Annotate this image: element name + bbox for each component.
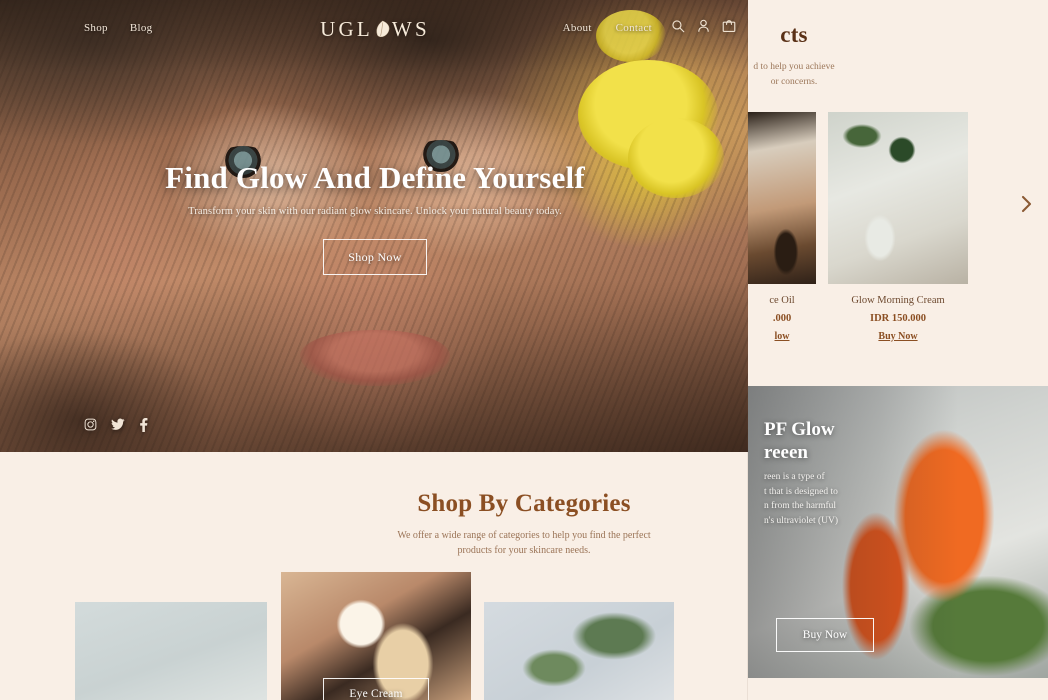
category-card[interactable] (484, 602, 674, 700)
product-image (748, 112, 816, 284)
products-overlay-panel: cts d to help you achieve or concerns. c… (748, 0, 1048, 700)
category-card-list: Eye Cream (0, 572, 750, 700)
brand-logo[interactable]: UGL WS (320, 17, 430, 42)
brand-logo-text-left: UGL (320, 17, 373, 41)
nav-link-about[interactable]: About (563, 22, 592, 34)
products-panel-subtitle: d to help you achieve or concerns. (753, 62, 835, 87)
products-panel-content: cts d to help you achieve or concerns. c… (748, 0, 1048, 700)
leaf-icon (374, 20, 391, 39)
product-card-glow-morning-cream[interactable]: Glow Morning Cream IDR 150.000 Buy Now (828, 112, 968, 342)
primary-nav-right: About Contact (563, 22, 652, 34)
shopping-bag-icon[interactable] (722, 19, 736, 33)
brand-logo-text-right: WS (391, 17, 430, 41)
hero-subtitle: Transform your skin with our radiant glo… (188, 206, 562, 217)
products-panel-title: cts (780, 22, 808, 47)
category-card[interactable] (75, 602, 267, 700)
product-buy-now-link[interactable]: Buy Now (828, 331, 968, 342)
categories-subtitle: We offer a wide range of categories to h… (397, 530, 651, 556)
product-name: ce Oil (769, 295, 795, 306)
product-price: .000 (772, 313, 792, 324)
product-image (828, 112, 968, 284)
featured-product-buy-now-button[interactable]: Buy Now (776, 618, 874, 652)
nav-link-contact[interactable]: Contact (616, 22, 652, 34)
chevron-right-icon[interactable] (1014, 192, 1038, 216)
category-card-label[interactable]: Eye Cream (323, 678, 429, 700)
nav-link-shop[interactable]: Shop (84, 22, 108, 34)
search-icon[interactable] (671, 19, 685, 33)
header-icon-group (671, 19, 736, 33)
featured-product-title: PF Glow reeen (764, 419, 835, 464)
product-name: Glow Morning Cream (851, 295, 945, 306)
site-header: Shop Blog About Contact UGL WS (0, 0, 750, 56)
hero-section: Shop Blog About Contact UGL WS Find Glow… (0, 0, 750, 452)
hero-shop-now-button[interactable]: Shop Now (323, 239, 427, 275)
category-card-eye-cream[interactable]: Eye Cream (281, 572, 471, 700)
product-card[interactable]: ce Oil .000 low (748, 112, 816, 342)
hero-title: Find Glow And Define Yourself (165, 160, 585, 195)
featured-product-description: reen is a type of t that is designed to … (764, 472, 839, 527)
featured-product-card[interactable]: PF Glow reeen reen is a type of t that i… (748, 386, 1048, 678)
product-buy-now-link[interactable]: low (748, 331, 816, 342)
instagram-icon[interactable] (84, 418, 97, 432)
twitter-icon[interactable] (111, 418, 125, 432)
facebook-icon[interactable] (139, 418, 148, 432)
nav-link-blog[interactable]: Blog (130, 22, 153, 34)
page-root: Shop Blog About Contact UGL WS Find Glow… (0, 0, 1048, 700)
product-price: IDR 150.000 (869, 313, 926, 324)
hero-copy: Find Glow And Define Yourself Transform … (0, 160, 750, 275)
account-icon[interactable] (697, 19, 710, 33)
primary-nav-left: Shop Blog (84, 22, 152, 34)
hero-social-links (84, 418, 148, 432)
